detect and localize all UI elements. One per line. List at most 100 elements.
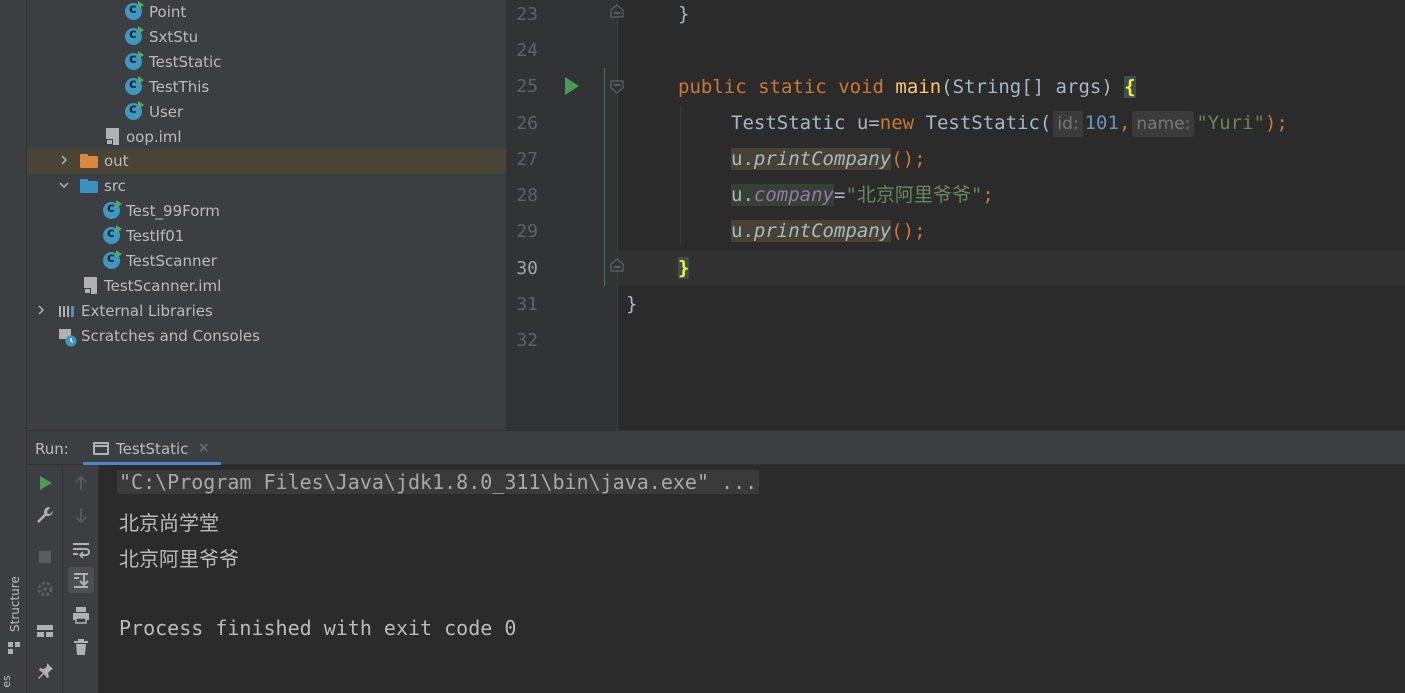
left-tool-strip: Structure es (0, 0, 27, 693)
module-file-icon (106, 128, 124, 146)
code-line-30[interactable]: } (678, 250, 690, 286)
tree-item-label: SxtStu (149, 28, 199, 46)
code-line-23[interactable]: } (678, 0, 689, 32)
arrow-down-icon[interactable] (71, 506, 91, 526)
code-token: } (678, 3, 690, 25)
indent-guide (680, 105, 681, 245)
line-number: 32 (516, 330, 538, 351)
tree-item-external-libraries[interactable]: External Libraries (27, 299, 506, 324)
code-token: ); (1264, 112, 1288, 134)
console-icon (93, 442, 109, 455)
line-number: 25 (516, 76, 538, 97)
line-number: 27 (516, 149, 538, 170)
tree-item-teststatic[interactable]: TestStatic (27, 50, 506, 75)
tree-item-label: TestScanner.iml (104, 277, 222, 295)
tree-item-testthis[interactable]: TestThis (27, 75, 506, 100)
code-token: (); (891, 220, 926, 242)
chevron-down-icon[interactable] (59, 180, 69, 190)
module-file-icon (84, 277, 102, 295)
code-token: . (742, 184, 754, 206)
matched-brace: } (678, 257, 690, 279)
line-number: 28 (516, 185, 538, 206)
close-icon[interactable]: × (198, 440, 210, 456)
code-token: u (856, 112, 869, 134)
run-main-icon[interactable] (565, 77, 579, 95)
run-toolbar-secondary (63, 465, 99, 693)
tree-item-label: src (104, 177, 126, 195)
code-line-29[interactable]: u.printCompany(); (731, 213, 926, 249)
code-token: "Yuri" (1196, 112, 1265, 134)
scratches-icon (58, 327, 77, 347)
structure-tab-label: Structure (8, 576, 22, 632)
code-line-28[interactable]: u.company="北京阿里爷爷"; (731, 177, 994, 213)
pin-icon[interactable] (35, 661, 55, 681)
tree-item-out[interactable]: out (27, 149, 506, 174)
run-console-output[interactable]: "C:\Program Files\Java\jdk1.8.0_311\bin\… (99, 465, 1405, 693)
line-number: 26 (516, 113, 538, 134)
usage-highlight: u.printCompany (731, 148, 892, 170)
code-token: , (1118, 112, 1131, 134)
code-line-25[interactable]: public static void main(String[] args) { (678, 69, 1136, 105)
line-number: 24 (516, 40, 538, 61)
layout-icon[interactable] (35, 621, 55, 641)
matched-brace: { (1124, 76, 1136, 98)
code-token: (String[] args) (941, 76, 1125, 98)
tree-item-label: out (104, 152, 129, 170)
scroll-to-end-toggle[interactable] (68, 567, 94, 593)
vcs-change-marker (604, 68, 605, 286)
chevron-right-icon[interactable] (36, 305, 46, 315)
chevron-right-icon[interactable] (59, 155, 69, 165)
structure-tool-tab[interactable]: Structure es (0, 560, 24, 690)
tree-item-point[interactable]: Point (27, 0, 506, 25)
console-command-line[interactable]: "C:\Program Files\Java\jdk1.8.0_311\bin\… (117, 470, 760, 494)
code-token: } (626, 293, 638, 315)
code-token: printCompany (753, 220, 892, 242)
run-label: Run: (35, 440, 69, 458)
arrow-up-icon[interactable] (71, 473, 91, 493)
code-line-31[interactable]: } (626, 286, 637, 322)
tree-item-user[interactable]: User (27, 100, 506, 125)
code-line-26[interactable]: TestStatic u=new TestStatic(id: 101, name:… (731, 105, 1288, 141)
code-token: TestStatic( (914, 112, 1052, 134)
code-token: TestStatic (731, 112, 857, 134)
java-class-runnable-icon (125, 26, 144, 46)
rerun-icon[interactable] (35, 473, 55, 493)
print-icon[interactable] (71, 605, 91, 625)
stop-icon[interactable] (35, 547, 55, 567)
fold-end-icon[interactable] (610, 4, 624, 18)
java-class-runnable-icon (125, 51, 144, 71)
code-token: ; (982, 184, 994, 206)
tree-item-oop-iml[interactable]: oop.iml (27, 125, 506, 150)
dump-threads-icon[interactable] (35, 579, 55, 599)
tree-item-sxtstu[interactable]: SxtStu (27, 25, 506, 50)
tree-item-testif01[interactable]: TestIf01 (27, 224, 506, 249)
tree-item-testscanner[interactable]: TestScanner (27, 249, 506, 274)
fold-end-icon[interactable] (610, 258, 624, 272)
soft-wrap-icon[interactable] (71, 539, 91, 559)
tree-item-scratches[interactable]: Scratches and Consoles (27, 324, 506, 349)
current-line-highlight (618, 250, 1405, 286)
wrench-icon[interactable] (35, 505, 55, 525)
tree-item-label: TestIf01 (126, 227, 185, 245)
code-token: static (758, 76, 827, 98)
structure-icon (8, 642, 20, 654)
trash-icon[interactable] (71, 637, 91, 657)
editor-gutter: 23 24 25 26 27 28 29 30 31 32 (506, 0, 618, 430)
scroll-to-end-icon (74, 573, 89, 588)
tree-item-testscanner-iml[interactable]: TestScanner.iml (27, 274, 506, 299)
tree-item-src[interactable]: src (27, 174, 506, 199)
code-editor[interactable]: 23 24 25 26 27 28 29 30 31 32 } public s… (506, 0, 1405, 430)
java-class-runnable-icon (125, 76, 144, 96)
console-output-line: 北京阿里爷爷 (119, 547, 239, 571)
java-class-runnable-icon (103, 225, 122, 245)
fold-divider (617, 0, 618, 430)
excluded-folder-icon (80, 152, 98, 170)
run-tab-teststatic[interactable]: TestStatic × (83, 431, 221, 465)
line-number: 29 (516, 221, 538, 242)
tree-item-label: External Libraries (81, 302, 213, 320)
tree-item-test-99form[interactable]: Test_99Form (27, 199, 506, 224)
fold-start-icon[interactable] (610, 80, 624, 94)
code-token: . (742, 148, 754, 170)
parameter-hint-name: name: (1132, 111, 1195, 137)
code-line-27[interactable]: u.printCompany(); (731, 141, 926, 177)
